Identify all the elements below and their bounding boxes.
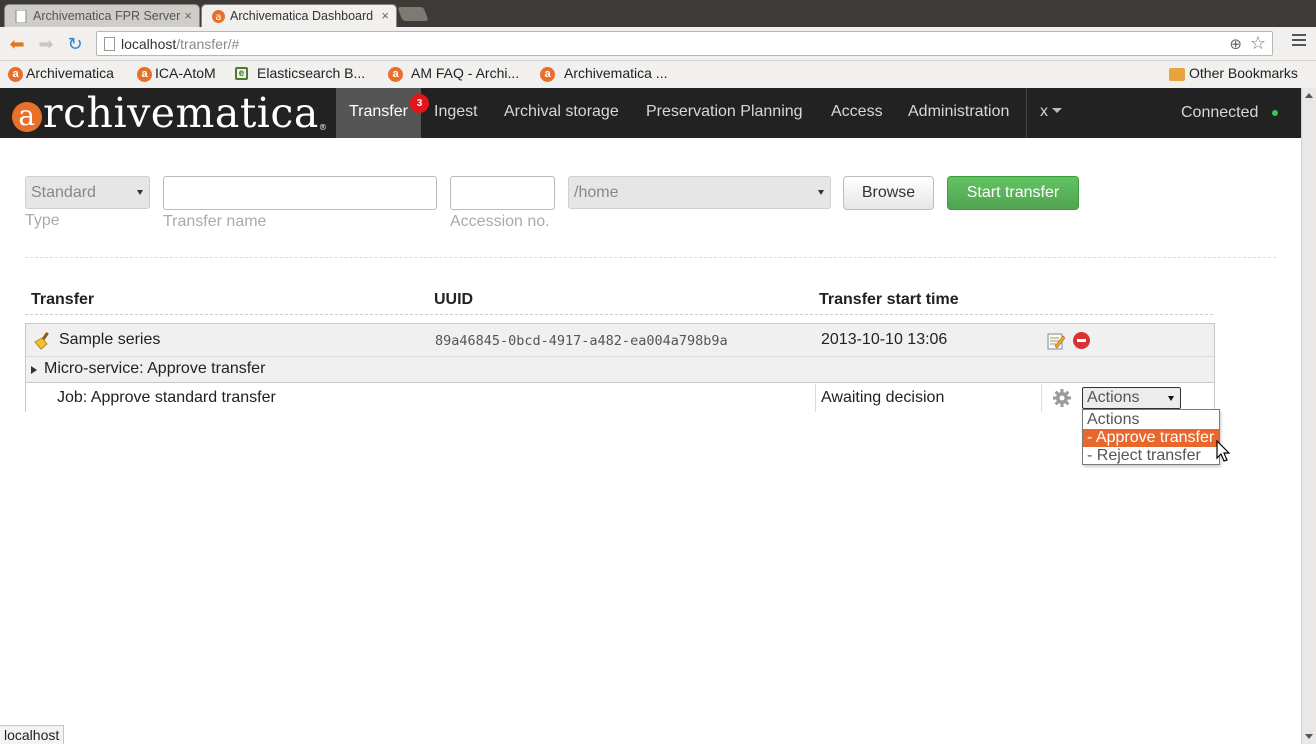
new-tab-button[interactable] [397,7,429,21]
chevron-down-icon [137,190,143,195]
bookmark-label: ICA-AtoM [155,65,216,81]
archivematica-logo[interactable]: a rchivematica® [12,91,327,135]
bookmark-label: Archivematica ... [564,65,668,81]
address-bar[interactable]: localhost/transfer/# ⊕ ☆ [96,31,1273,56]
chevron-down-icon [818,190,824,195]
job-row: Job: Approve standard transfer Awaiting … [26,384,1214,412]
zoom-icon[interactable]: ⊕ [1229,35,1242,53]
close-icon[interactable]: × [184,8,192,23]
bookmark-ica-atom[interactable]: a ICA-AtoM [137,65,216,85]
start-transfer-button[interactable]: Start transfer [947,176,1079,210]
transfer-name-input[interactable] [163,176,437,210]
app-navbar: a rchivematica® Transfer 3 Ingest Archiva… [0,88,1301,138]
tab-fpr-server[interactable]: Archivematica FPR Server × [4,4,200,27]
divider [25,257,1276,258]
transfer-type-select[interactable]: Standard [25,176,150,209]
bookmark-elasticsearch[interactable]: e Elasticsearch B... [235,65,365,85]
forward-arrow-icon[interactable]: ➡ [35,33,57,55]
chevron-down-icon [1052,108,1062,113]
accession-number-label: Accession no. [450,213,550,230]
archivematica-icon: a [8,67,23,82]
cell-divider [1041,384,1042,412]
status-dot-icon [1272,110,1278,116]
column-header-start-time: Transfer start time [819,291,959,308]
accession-number-input[interactable] [450,176,555,210]
broom-icon [34,332,49,350]
chevron-down-icon [1168,396,1174,401]
transfer-type-label: Type [25,212,60,229]
other-bookmarks[interactable]: Other Bookmarks [1169,65,1298,85]
close-icon[interactable]: × [381,8,389,23]
job-status: Awaiting decision [821,389,945,406]
nav-ingest[interactable]: Ingest [421,88,491,138]
nav-access[interactable]: Access [818,88,896,138]
microservice-name: Micro-service: Approve transfer [44,360,266,377]
archivematica-icon: a [212,10,225,23]
browse-button[interactable]: Browse [843,176,934,210]
transfer-name: Sample series [59,331,161,348]
page-icon [15,10,27,23]
microservice-row[interactable]: Micro-service: Approve transfer [26,357,1214,383]
browser-status-url: localhost [0,725,65,744]
job-actions-select[interactable]: Actions [1082,387,1181,409]
vertical-scrollbar[interactable] [1301,88,1316,744]
transfer-item: Sample series 89a46845-0bcd-4917-a482-ea… [25,323,1215,412]
tab-title: Archivematica FPR Server [33,9,181,23]
option-reject-transfer[interactable]: - Reject transfer [1083,447,1219,465]
transfer-uuid: 89a46845-0bcd-4917-a482-ea004a798b9a [435,333,728,349]
scroll-up-icon[interactable] [1305,93,1313,98]
archivematica-icon: a [388,67,403,82]
connection-status: Connected [1181,104,1259,121]
edit-metadata-icon[interactable] [1047,332,1065,350]
back-arrow-icon[interactable]: ⬅ [6,33,28,55]
bookmark-label: Archivematica [26,65,114,81]
bookmark-label: AM FAQ - Archi... [411,65,520,81]
bookmarks-bar: a Archivematica a ICA-AtoM e Elasticsear… [0,61,1316,88]
bookmark-archivematica-2[interactable]: a Archivematica ... [540,65,667,85]
elasticsearch-icon: e [235,67,248,80]
job-actions-dropdown: Actions - Approve transfer - Reject tran… [1082,409,1220,465]
gear-icon[interactable] [1052,388,1072,408]
bookmark-am-faq[interactable]: a AM FAQ - Archi... [388,65,519,85]
reload-icon[interactable]: ↻ [64,33,86,55]
svg-text:a: a [215,12,221,23]
tab-title: Archivematica Dashboard [230,9,374,23]
transfer-name-label: Transfer name [163,213,267,230]
expand-arrow-icon[interactable] [31,366,37,374]
browser-tab-bar: Archivematica FPR Server × a Archivemati… [0,0,1316,27]
folder-icon [1169,68,1185,81]
nav-archival-storage[interactable]: Archival storage [491,88,632,138]
option-actions[interactable]: Actions [1083,411,1219,429]
archivematica-icon: a [540,67,555,82]
user-menu[interactable]: x [1040,88,1062,138]
job-name: Job: Approve standard transfer [57,389,276,406]
column-header-uuid: UUID [434,291,474,308]
other-bookmarks-label: Other Bookmarks [1189,65,1298,81]
mouse-cursor-icon [1216,440,1231,462]
option-approve-transfer[interactable]: - Approve transfer [1083,429,1219,447]
column-header-transfer: Transfer [31,291,95,308]
remove-icon[interactable] [1073,332,1090,349]
url-text: localhost/transfer/# [121,36,240,52]
tab-dashboard[interactable]: a Archivematica Dashboard × [201,4,397,27]
scroll-down-icon[interactable] [1305,734,1313,739]
header-divider [25,314,1213,315]
menu-icon[interactable] [1292,34,1306,49]
nav-administration[interactable]: Administration [895,88,1022,138]
nav-transfer[interactable]: Transfer 3 [336,88,429,138]
browser-toolbar: ⬅ ➡ ↻ localhost/transfer/# ⊕ ☆ [0,27,1316,61]
transfer-row[interactable]: Sample series 89a46845-0bcd-4917-a482-ea… [26,324,1214,357]
bookmark-label: Elasticsearch B... [257,65,366,81]
nav-label: Transfer [349,103,408,120]
bookmark-archivematica[interactable]: a Archivematica [8,65,114,85]
cell-divider [815,384,816,412]
archivematica-icon: a [137,67,152,82]
source-directory-select[interactable]: /home [568,176,831,209]
star-icon[interactable]: ☆ [1250,33,1266,54]
page-icon [104,37,115,51]
transfer-start-time: 2013-10-10 13:06 [821,331,948,348]
nav-preservation-planning[interactable]: Preservation Planning [633,88,816,138]
nav-divider [1026,88,1027,138]
